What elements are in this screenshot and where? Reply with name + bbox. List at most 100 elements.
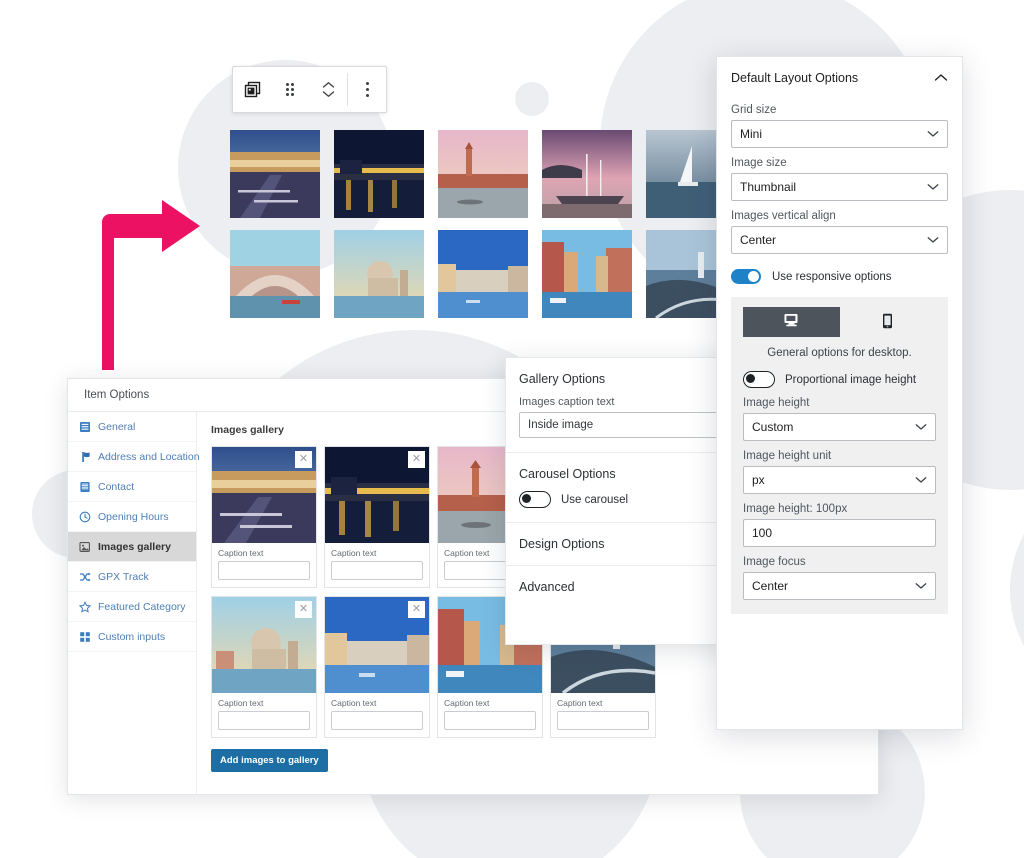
- block-toolbar[interactable]: [232, 66, 387, 113]
- caption-input[interactable]: [557, 711, 649, 730]
- gallery-options-panel: Gallery Options Images caption text Insi…: [505, 357, 737, 645]
- image-height-input[interactable]: 100: [743, 519, 936, 547]
- image-size-value: Thumbnail: [740, 180, 797, 194]
- use-carousel-toggle[interactable]: [519, 491, 551, 508]
- caption-label: Caption text: [218, 698, 264, 708]
- sidebar-item-featured-category[interactable]: Featured Category: [68, 592, 196, 622]
- drag-handle-icon[interactable]: [271, 68, 309, 111]
- caption-input[interactable]: [218, 711, 310, 730]
- close-icon[interactable]: ✕: [408, 601, 425, 618]
- caption-label: Caption text: [444, 698, 490, 708]
- preview-image-burano-canal: [542, 230, 632, 318]
- grid-icon: [78, 630, 91, 643]
- image-height-value-label: Image height: 100px: [743, 503, 848, 515]
- gallery-item[interactable]: ✕ Caption text: [211, 446, 317, 588]
- tab-desktop[interactable]: [743, 307, 840, 337]
- proportional-image-height-toggle[interactable]: [743, 371, 775, 388]
- image-height-select[interactable]: Custom: [743, 413, 936, 441]
- advanced-section[interactable]: Advanced: [506, 566, 736, 608]
- gallery-thumbnail-grand-canal-day[interactable]: ✕: [325, 597, 429, 693]
- clock-icon: [78, 510, 91, 523]
- images-caption-text-select[interactable]: Inside image: [519, 412, 723, 438]
- preview-image-grand-canal-night: [334, 130, 424, 218]
- gallery-thumbnail-piazza-san-marco[interactable]: ✕: [212, 447, 316, 543]
- image-height-label: Image height: [743, 397, 810, 409]
- caption-input[interactable]: [331, 711, 423, 730]
- images-caption-text-label: Images caption text: [519, 396, 615, 408]
- chevron-up-icon[interactable]: [934, 71, 948, 85]
- grid-size-value: Mini: [740, 127, 763, 141]
- toolbar-secondary-group: [348, 67, 386, 112]
- bg-circle: [515, 82, 549, 116]
- shuffle-icon: [78, 570, 91, 583]
- image-height-unit-value: px: [752, 473, 765, 487]
- caption-label: Caption text: [331, 698, 377, 708]
- caption-input[interactable]: [218, 561, 310, 580]
- caption-label: Caption text: [331, 548, 377, 558]
- sidebar-item-opening-hours[interactable]: Opening Hours: [68, 502, 196, 532]
- device-tabs: [743, 307, 936, 337]
- gallery-item[interactable]: ✕ Caption text: [211, 596, 317, 738]
- chevron-down-icon: [915, 473, 927, 487]
- add-images-to-gallery-button[interactable]: Add images to gallery: [211, 749, 328, 772]
- list-icon: [78, 420, 91, 433]
- images-vertical-align-select[interactable]: Center: [731, 226, 948, 254]
- image-height-value: Custom: [752, 420, 794, 434]
- sidebar-item-label: Featured Category: [98, 600, 186, 613]
- star-icon: [78, 600, 91, 613]
- sidebar-item-custom-inputs[interactable]: Custom inputs: [68, 622, 196, 652]
- sidebar-item-images-gallery[interactable]: Images gallery: [68, 532, 196, 562]
- sidebar-item-address-and-location[interactable]: Address and Location: [68, 442, 200, 472]
- sidebar-item-general[interactable]: General: [68, 412, 196, 442]
- preview-gallery-row: [230, 230, 736, 318]
- close-icon[interactable]: ✕: [295, 601, 312, 618]
- close-icon[interactable]: ✕: [408, 451, 425, 468]
- caption-input[interactable]: [331, 561, 423, 580]
- tab-mobile[interactable]: [840, 307, 937, 337]
- bg-circle: [1010, 470, 1024, 710]
- toolbar-primary-group: [233, 67, 347, 112]
- gallery-item[interactable]: ✕ Caption text: [324, 596, 430, 738]
- preview-image-sailboat-sunset: [542, 130, 632, 218]
- gallery-item[interactable]: ✕ Caption text: [324, 446, 430, 588]
- caption-label: Caption text: [218, 548, 264, 558]
- image-height-unit-select[interactable]: px: [743, 466, 936, 494]
- desktop-icon: [783, 313, 800, 331]
- images-vertical-align-label: Images vertical align: [731, 210, 836, 222]
- caption-input[interactable]: [444, 711, 536, 730]
- default-layout-options-panel: Default Layout Options Grid size Mini Im…: [716, 56, 963, 730]
- chevron-down-icon: [927, 233, 939, 247]
- gallery-thumbnail-grand-canal-night[interactable]: ✕: [325, 447, 429, 543]
- gallery-thumbnail-santa-maria-salute[interactable]: ✕: [212, 597, 316, 693]
- image-gallery-icon[interactable]: [233, 68, 271, 111]
- sidebar-item-label: Address and Location: [98, 450, 200, 463]
- proportional-image-height-label: Proportional image height: [785, 373, 917, 386]
- chevron-down-icon: [927, 127, 939, 141]
- image-size-select[interactable]: Thumbnail: [731, 173, 948, 201]
- image-focus-select[interactable]: Center: [743, 572, 936, 600]
- caption-label: Caption text: [557, 698, 603, 708]
- gallery-options-section: Gallery Options Images caption text Insi…: [506, 358, 736, 453]
- panel-header[interactable]: Default Layout Options: [717, 57, 962, 95]
- images-gallery-icon: [78, 540, 91, 553]
- map-marker-icon: [78, 450, 91, 463]
- move-up-down-icon[interactable]: [309, 68, 347, 111]
- section-heading: Design Options: [519, 537, 605, 551]
- preview-gallery-row: [230, 130, 736, 218]
- sidebar-item-contact[interactable]: Contact: [68, 472, 196, 502]
- address-book-icon: [78, 480, 91, 493]
- sidebar-item-label: Opening Hours: [98, 510, 169, 523]
- use-responsive-options-toggle[interactable]: [731, 269, 761, 284]
- sidebar-item-label: Custom inputs: [98, 630, 166, 643]
- design-options-section[interactable]: Design Options: [506, 523, 736, 566]
- close-icon[interactable]: ✕: [295, 451, 312, 468]
- image-focus-label: Image focus: [743, 556, 806, 568]
- more-options-icon[interactable]: [348, 68, 386, 111]
- grid-size-select[interactable]: Mini: [731, 120, 948, 148]
- preview-gallery-grid: [230, 130, 736, 318]
- sidebar-item-label: General: [98, 420, 136, 433]
- chevron-down-icon: [915, 420, 927, 434]
- image-focus-value: Center: [752, 579, 789, 593]
- use-carousel-label: Use carousel: [561, 493, 629, 506]
- sidebar-item-gpx-track[interactable]: GPX Track: [68, 562, 196, 592]
